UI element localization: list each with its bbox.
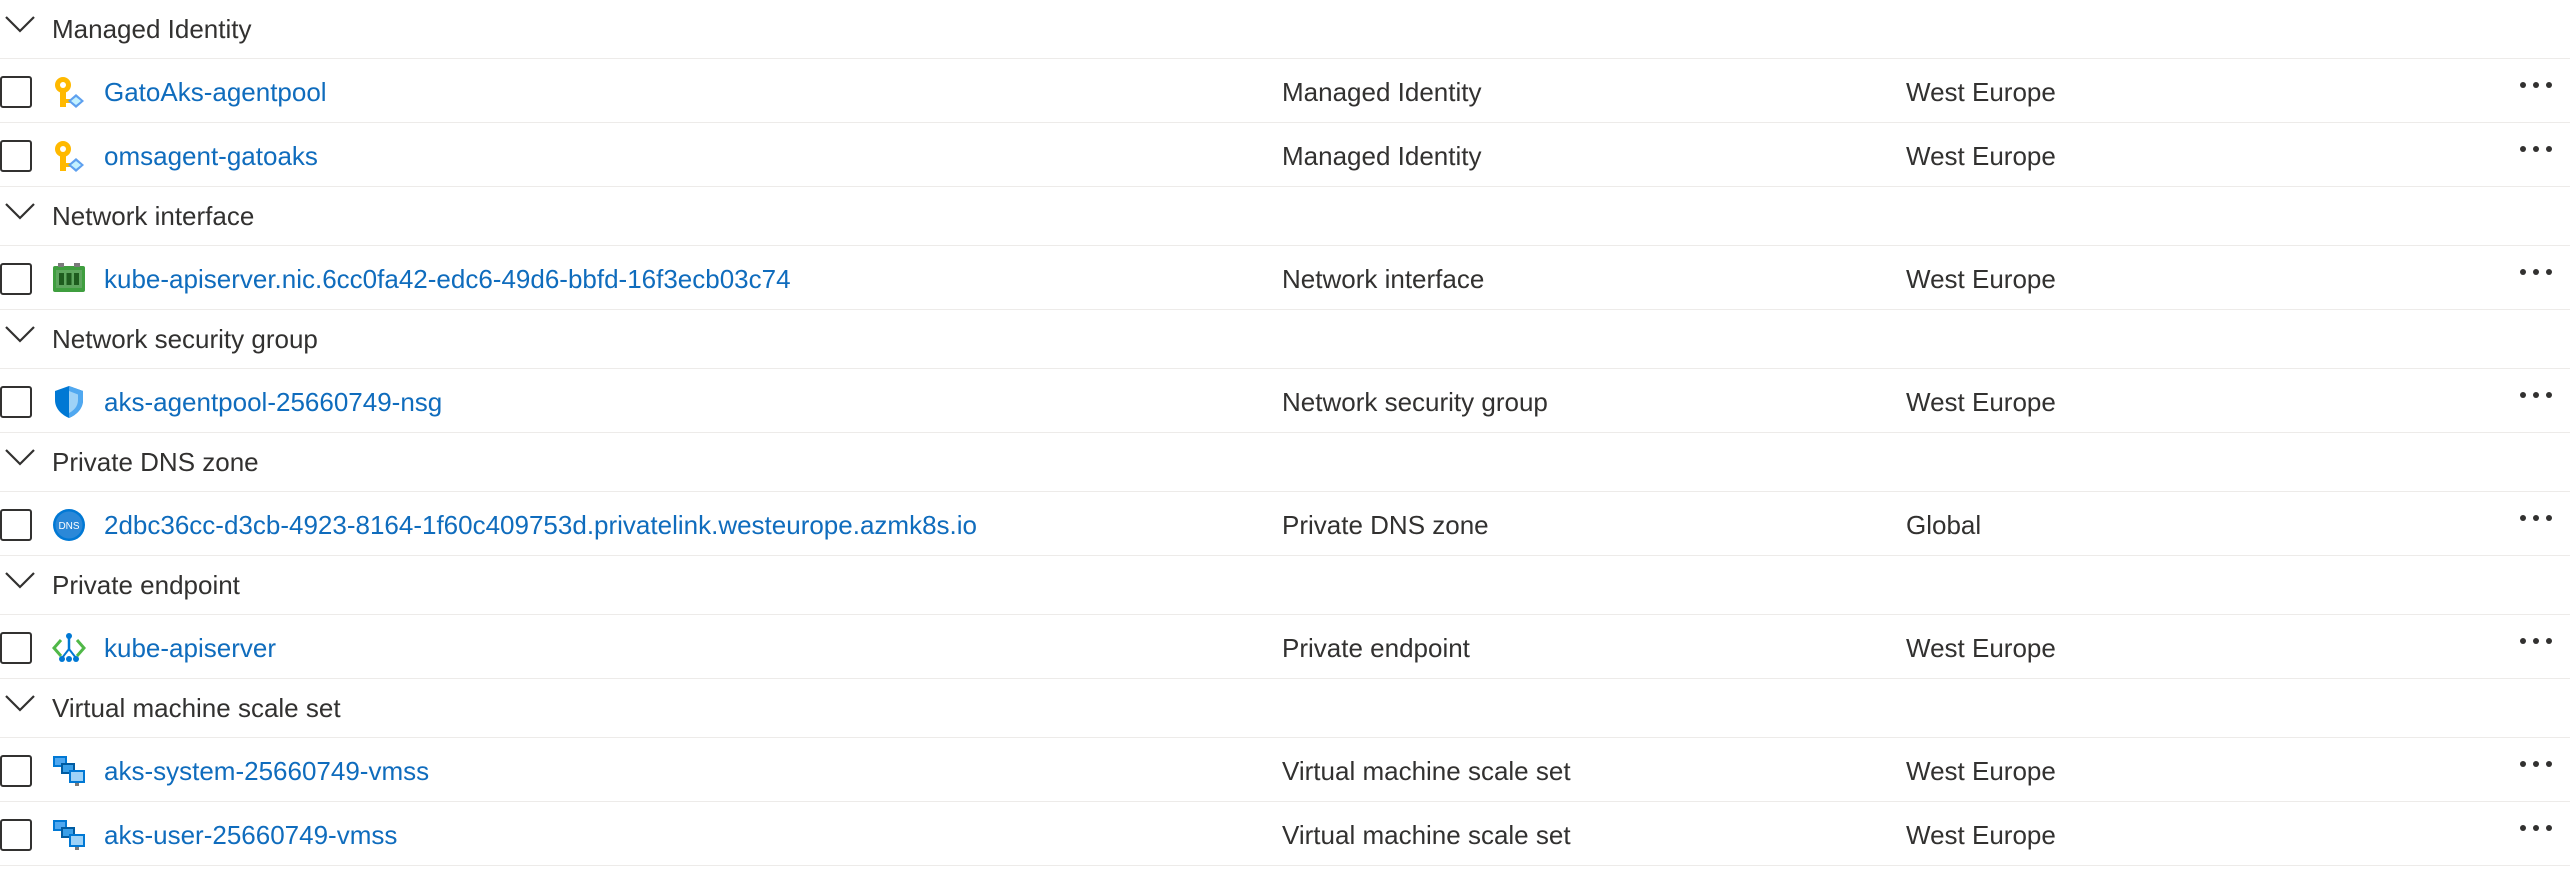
table-row[interactable]: kube-apiserver Private endpoint West Eur…: [0, 615, 2570, 679]
vmss-icon: [52, 754, 86, 788]
row-checkbox[interactable]: [0, 755, 32, 787]
row-checkbox[interactable]: [0, 140, 32, 172]
table-row[interactable]: aks-user-25660749-vmss Virtual machine s…: [0, 802, 2570, 866]
network-interface-icon: [52, 262, 86, 296]
table-row[interactable]: aks-system-25660749-vmss Virtual machine…: [0, 738, 2570, 802]
resource-location: West Europe: [1906, 820, 2056, 850]
resource-name-link[interactable]: omsagent-gatoaks: [104, 140, 318, 172]
chevron-down-icon[interactable]: [4, 693, 36, 713]
row-checkbox[interactable]: [0, 386, 32, 418]
network-security-group-icon: [52, 385, 86, 419]
resource-location: West Europe: [1906, 141, 2056, 171]
row-checkbox[interactable]: [0, 632, 32, 664]
resource-type: Virtual machine scale set: [1282, 820, 1571, 850]
more-actions-icon[interactable]: [2516, 73, 2556, 97]
more-actions-icon[interactable]: [2516, 506, 2556, 530]
dns-icon-label: DNS: [58, 521, 79, 532]
more-actions-icon[interactable]: [2516, 629, 2556, 653]
group-title: Managed Identity: [52, 14, 252, 44]
group-header: Virtual machine scale set: [0, 679, 2570, 738]
private-endpoint-icon: [52, 631, 86, 665]
group-title: Private DNS zone: [52, 447, 259, 477]
resource-location: Global: [1906, 510, 1982, 540]
resource-name-link[interactable]: GatoAks-agentpool: [104, 76, 327, 108]
group-title: Network security group: [52, 324, 318, 354]
resource-type: Private endpoint: [1282, 633, 1470, 663]
resource-name-link[interactable]: aks-user-25660749-vmss: [104, 819, 397, 851]
chevron-down-icon[interactable]: [4, 201, 36, 221]
resource-name-link[interactable]: 2dbc36cc-d3cb-4923-8164-1f60c409753d.pri…: [104, 509, 977, 541]
resource-type: Virtual machine scale set: [1282, 756, 1571, 786]
group-title: Private endpoint: [52, 570, 240, 600]
resource-location: West Europe: [1906, 264, 2056, 294]
chevron-down-icon[interactable]: [4, 14, 36, 34]
group-header: Private DNS zone: [0, 433, 2570, 492]
resource-type: Network interface: [1282, 264, 1485, 294]
row-checkbox[interactable]: [0, 819, 32, 851]
vmss-icon: [52, 818, 86, 852]
resource-name-link[interactable]: kube-apiserver.nic.6cc0fa42-edc6-49d6-bb…: [104, 263, 791, 295]
resource-list: Managed Identity GatoAks-agentpool Manag…: [0, 0, 2570, 866]
resource-type: Managed Identity: [1282, 141, 1482, 171]
resource-location: West Europe: [1906, 77, 2056, 107]
resource-name-link[interactable]: aks-system-25660749-vmss: [104, 755, 429, 787]
resource-type: Network security group: [1282, 387, 1548, 417]
more-actions-icon[interactable]: [2516, 752, 2556, 776]
resource-type: Managed Identity: [1282, 77, 1482, 107]
group-header: Managed Identity: [0, 0, 2570, 59]
dns-zone-icon: DNS: [52, 508, 86, 542]
more-actions-icon[interactable]: [2516, 816, 2556, 840]
managed-identity-icon: [52, 139, 86, 173]
resource-name-link[interactable]: kube-apiserver: [104, 632, 276, 664]
chevron-down-icon[interactable]: [4, 570, 36, 590]
more-actions-icon[interactable]: [2516, 260, 2556, 284]
resource-location: West Europe: [1906, 633, 2056, 663]
group-title: Network interface: [52, 201, 255, 231]
resource-type: Private DNS zone: [1282, 510, 1489, 540]
row-checkbox[interactable]: [0, 76, 32, 108]
group-title: Virtual machine scale set: [52, 693, 341, 723]
group-header: Private endpoint: [0, 556, 2570, 615]
table-row[interactable]: aks-agentpool-25660749-nsg Network secur…: [0, 369, 2570, 433]
row-checkbox[interactable]: [0, 509, 32, 541]
managed-identity-icon: [52, 75, 86, 109]
resource-location: West Europe: [1906, 387, 2056, 417]
resource-location: West Europe: [1906, 756, 2056, 786]
chevron-down-icon[interactable]: [4, 447, 36, 467]
table-row[interactable]: GatoAks-agentpool Managed Identity West …: [0, 59, 2570, 123]
table-row[interactable]: DNS 2dbc36cc-d3cb-4923-8164-1f60c409753d…: [0, 492, 2570, 556]
table-row[interactable]: kube-apiserver.nic.6cc0fa42-edc6-49d6-bb…: [0, 246, 2570, 310]
table-row[interactable]: omsagent-gatoaks Managed Identity West E…: [0, 123, 2570, 187]
row-checkbox[interactable]: [0, 263, 32, 295]
more-actions-icon[interactable]: [2516, 137, 2556, 161]
group-header: Network security group: [0, 310, 2570, 369]
chevron-down-icon[interactable]: [4, 324, 36, 344]
more-actions-icon[interactable]: [2516, 383, 2556, 407]
group-header: Network interface: [0, 187, 2570, 246]
resource-name-link[interactable]: aks-agentpool-25660749-nsg: [104, 386, 442, 418]
